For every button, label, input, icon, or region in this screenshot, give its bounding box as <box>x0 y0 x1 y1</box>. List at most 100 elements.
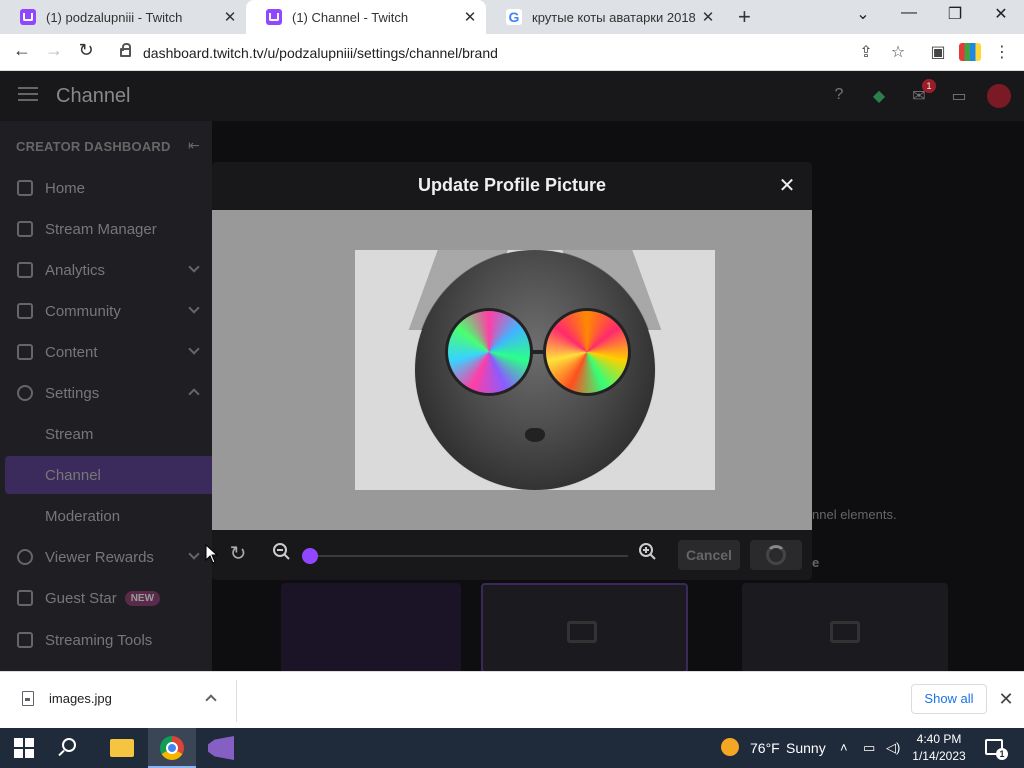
sidebar-item-label: Streaming Tools <box>45 631 153 649</box>
zoom-slider-track[interactable] <box>310 555 628 557</box>
tab-search-chevron-icon[interactable]: ⌄ <box>850 4 876 24</box>
cancel-button[interactable]: Cancel <box>678 540 740 570</box>
update-profile-picture-modal: Update Profile Picture ✕ ↻ Cancel <box>212 162 812 580</box>
close-window-icon[interactable]: ✕ <box>988 4 1014 24</box>
chevron-up-icon <box>188 388 200 400</box>
close-icon[interactable]: ✕ <box>775 174 799 198</box>
sidebar-item-analytics[interactable]: Analytics <box>0 251 212 289</box>
extension-icon[interactable] <box>959 43 981 61</box>
sidebar-item-home[interactable]: Home <box>0 169 212 207</box>
camera-icon <box>830 621 860 643</box>
address-bar[interactable]: dashboard.twitch.tv/u/podzalupniii/setti… <box>110 38 915 67</box>
chevron-up-icon[interactable] <box>205 694 217 706</box>
banner-preview-card <box>281 583 461 671</box>
file-explorer-icon[interactable] <box>110 739 134 757</box>
restore-window-icon[interactable]: ❐ <box>942 4 968 24</box>
tray-chevron-up-icon[interactable]: ˄ <box>840 740 848 755</box>
network-icon[interactable]: ▭ <box>863 740 875 756</box>
share-icon[interactable]: ⇪ <box>855 42 877 62</box>
save-button[interactable] <box>750 540 802 570</box>
tab-title: крутые коты аватарки 2018 - Go <box>532 9 698 25</box>
browser-tab-twitch-home[interactable]: (1) podzalupniii - Twitch ✕ <box>0 0 246 34</box>
visual-studio-icon[interactable] <box>208 736 234 760</box>
side-panel-icon[interactable]: ▣ <box>927 42 949 62</box>
download-item[interactable]: images.jpg <box>22 691 112 706</box>
back-arrow-icon[interactable]: ← <box>10 40 34 61</box>
zoom-in-icon[interactable] <box>638 542 658 562</box>
taskbar-chrome-button[interactable] <box>148 728 196 768</box>
minimize-window-icon[interactable]: — <box>896 4 922 22</box>
sun-icon[interactable] <box>721 738 739 756</box>
chevron-down-icon <box>188 261 200 273</box>
whispers-icon[interactable]: ▭ <box>949 86 969 106</box>
sidebar-item-community[interactable]: Community <box>0 292 212 330</box>
reload-icon[interactable]: ↻ <box>74 40 98 61</box>
tab-close-icon[interactable]: ✕ <box>698 8 718 26</box>
sidebar-item-label: Viewer Rewards <box>45 548 154 566</box>
taskbar-clock[interactable]: 4:40 PM 1/14/2023 <box>905 731 973 765</box>
new-badge: NEW <box>124 590 161 606</box>
sidebar-item-guest-star[interactable]: Guest Star NEW <box>0 579 212 617</box>
browser-tab-google[interactable]: G крутые коты аватарки 2018 - Go ✕ <box>486 0 724 34</box>
sidebar-item-label: Analytics <box>45 261 106 279</box>
close-icon[interactable]: ✕ <box>997 689 1015 710</box>
crop-circle-mask <box>355 250 715 490</box>
sidebar-item-label: Home <box>45 179 86 197</box>
sidebar-item-content[interactable]: Content <box>0 333 212 371</box>
bits-icon[interactable]: ◆ <box>869 86 889 106</box>
url-text[interactable]: dashboard.twitch.tv/u/podzalupniii/setti… <box>143 45 498 61</box>
sidebar-item-stream[interactable]: Stream <box>0 415 212 453</box>
weather-temperature[interactable]: 76°F <box>750 740 780 756</box>
home-icon <box>17 180 33 196</box>
sidebar-item-stream-manager[interactable]: Stream Manager <box>0 210 212 248</box>
rotate-icon[interactable]: ↻ <box>226 542 250 566</box>
analytics-icon <box>17 262 33 278</box>
tab-close-icon[interactable]: ✕ <box>220 8 240 26</box>
zoom-out-icon[interactable] <box>272 542 292 562</box>
modal-footer: ↻ Cancel <box>212 530 812 580</box>
browser-tab-bar: (1) podzalupniii - Twitch ✕ (1) Channel … <box>0 0 1024 34</box>
tab-title: (1) podzalupniii - Twitch <box>46 9 183 25</box>
profile-photo-preview[interactable] <box>355 250 715 490</box>
notification-count-badge: 1 <box>996 748 1008 760</box>
sidebar-item-moderation[interactable]: Moderation <box>0 497 212 535</box>
sidebar-item-settings[interactable]: Settings <box>0 374 212 412</box>
sidebar-item-label: Channel <box>45 466 101 484</box>
google-favicon-icon: G <box>506 9 522 25</box>
forward-arrow-icon[interactable]: → <box>42 40 66 61</box>
chevron-down-icon <box>188 548 200 560</box>
browser-tab-channel[interactable]: (1) Channel - Twitch ✕ <box>246 0 486 34</box>
camera-icon <box>567 621 597 643</box>
sidebar-header: CREATOR DASHBOARD <box>16 139 171 154</box>
menu-icon[interactable] <box>18 87 38 101</box>
download-file-name[interactable]: images.jpg <box>49 691 112 706</box>
download-bar: images.jpg Show all ✕ <box>0 671 1024 728</box>
streaming-tools-icon <box>17 632 33 648</box>
weather-description[interactable]: Sunny <box>786 740 826 756</box>
creator-sidebar: CREATOR DASHBOARD ⇤ Home Stream Manager … <box>0 121 212 671</box>
page-title: Channel <box>56 85 131 107</box>
sidebar-item-label: Moderation <box>45 507 121 525</box>
collapse-sidebar-icon[interactable]: ⇤ <box>188 137 200 154</box>
user-avatar[interactable] <box>987 84 1011 108</box>
new-tab-button[interactable]: + <box>738 5 751 29</box>
windows-start-icon[interactable] <box>14 738 34 758</box>
sidebar-item-streaming-tools[interactable]: Streaming Tools <box>0 621 212 659</box>
chevron-down-icon <box>188 343 200 355</box>
chrome-menu-icon[interactable]: ⋮ <box>991 42 1013 62</box>
show-all-button[interactable]: Show all <box>911 684 987 714</box>
loading-spinner-icon <box>766 545 786 565</box>
volume-icon[interactable]: ◁) <box>886 740 900 756</box>
sidebar-item-label: Settings <box>45 384 100 402</box>
zoom-slider-thumb[interactable] <box>302 548 318 564</box>
bookmark-star-icon[interactable]: ☆ <box>887 42 909 62</box>
sidebar-item-channel[interactable]: Channel <box>5 456 212 494</box>
windows-taskbar: 76°F Sunny ˄ ▭ ◁) 4:40 PM 1/14/2023 1 <box>0 728 1024 768</box>
sidebar-item-viewer-rewards[interactable]: Viewer Rewards <box>0 538 212 576</box>
divider <box>236 680 237 722</box>
search-icon[interactable] <box>62 738 76 752</box>
tab-close-icon[interactable]: ✕ <box>460 8 480 26</box>
lock-icon[interactable] <box>120 43 131 57</box>
help-icon[interactable]: ? <box>829 86 849 106</box>
image-crop-area[interactable] <box>212 210 812 530</box>
